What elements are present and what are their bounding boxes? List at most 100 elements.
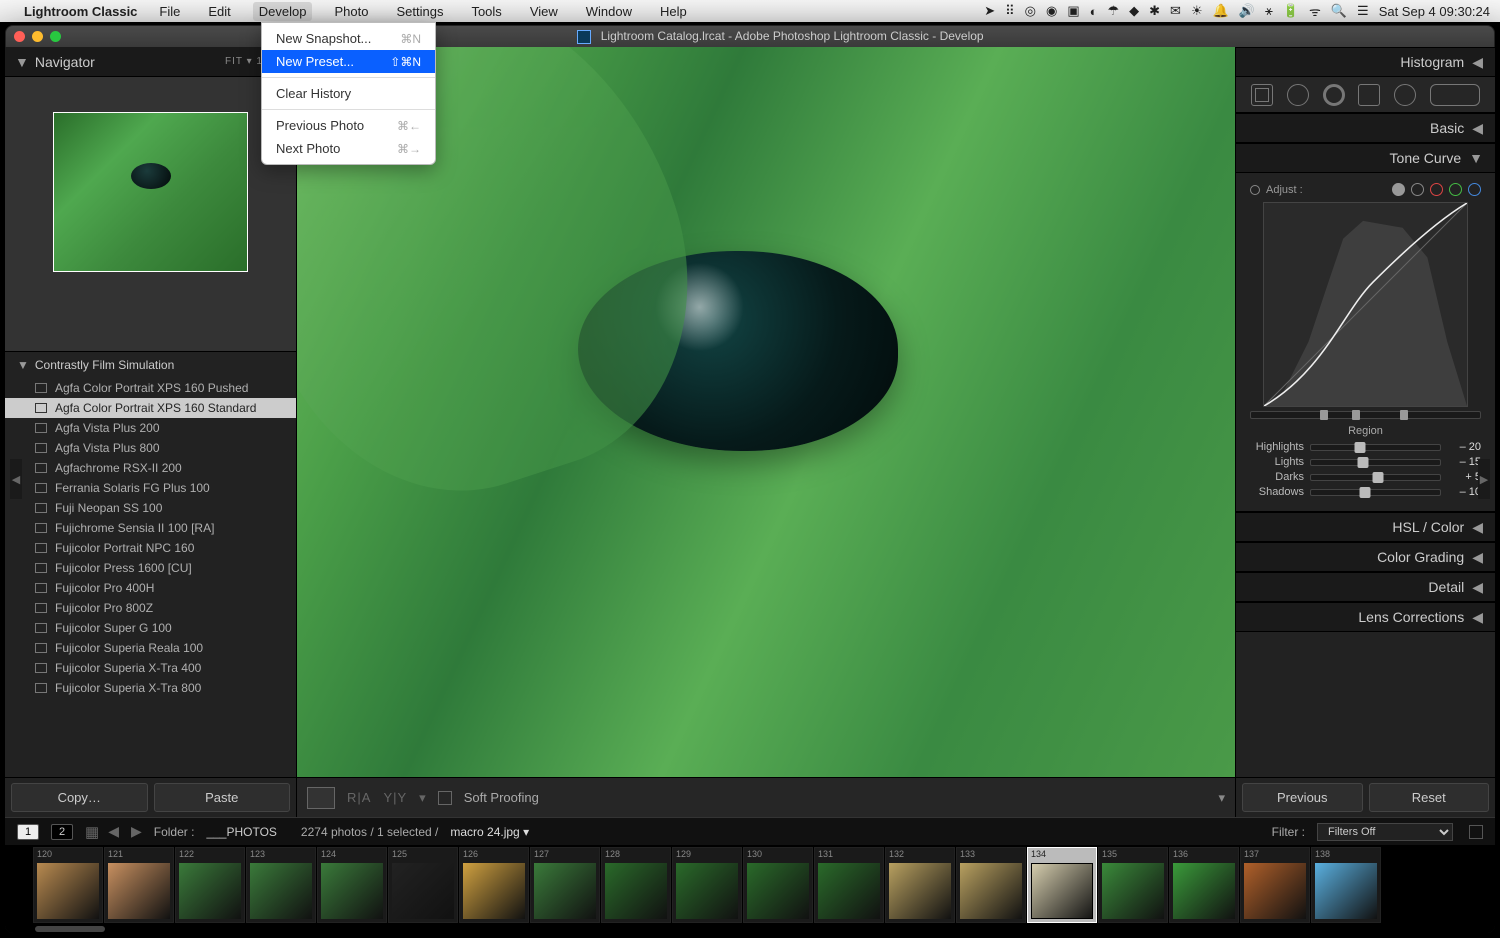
reset-button[interactable]: Reset <box>1369 783 1490 812</box>
preset-item[interactable]: Agfa Color Portrait XPS 160 Standard <box>5 398 296 418</box>
curve-channel-red-icon[interactable] <box>1430 183 1443 196</box>
filmstrip-thumb[interactable]: 131 <box>814 847 884 923</box>
filmstrip-thumb[interactable]: 120 <box>33 847 103 923</box>
menubar-status-icon[interactable]: 🔍 <box>1331 3 1347 19</box>
menubar-status-icon[interactable]: 🔋 <box>1283 3 1299 19</box>
menu-item-next-photo[interactable]: Next Photo⌘→ <box>262 137 435 160</box>
curve-channel-green-icon[interactable] <box>1449 183 1462 196</box>
basic-header[interactable]: Basic◀ <box>1236 113 1495 143</box>
target-adjust-icon[interactable] <box>1250 185 1260 195</box>
tone-curve-header[interactable]: Tone Curve▼ <box>1236 143 1495 173</box>
menubar-status-icon[interactable]: ◉ <box>1046 3 1057 19</box>
menubar-status-icon[interactable]: ☂ <box>1107 3 1119 19</box>
preset-item[interactable]: Fujicolor Pro 800Z <box>5 598 296 618</box>
before-after-split-icon[interactable]: Y|Y <box>383 790 407 805</box>
navigator-header[interactable]: ▼ Navigator FIT ▾ 100% <box>5 47 296 77</box>
preset-item[interactable]: Fujicolor Superia Reala 100 <box>5 638 296 658</box>
nav-back-icon[interactable]: ◀ <box>108 823 119 840</box>
left-panel-collapse-icon[interactable]: ◀ <box>10 459 22 499</box>
tone-curve-graph[interactable] <box>1263 202 1468 407</box>
preset-item[interactable]: Agfa Vista Plus 200 <box>5 418 296 438</box>
filter-select[interactable]: Filters Off <box>1317 823 1453 841</box>
filmstrip-thumb[interactable]: 122 <box>175 847 245 923</box>
curve-channel-luma-icon[interactable] <box>1411 183 1424 196</box>
filmstrip-thumb[interactable]: 134 <box>1027 847 1097 923</box>
menu-item-clear-history[interactable]: Clear History <box>262 82 435 105</box>
filmstrip-thumb[interactable]: 130 <box>743 847 813 923</box>
copy-button[interactable]: Copy… <box>11 783 148 812</box>
filmstrip-thumb[interactable]: 123 <box>246 847 316 923</box>
menu-develop[interactable]: Develop <box>253 2 313 21</box>
right-panel-collapse-icon[interactable]: ▶ <box>1478 459 1490 499</box>
secondary-display-1[interactable]: 1 <box>17 824 39 840</box>
filmstrip-thumb[interactable]: 129 <box>672 847 742 923</box>
menubar-status-icon[interactable]: ✱ <box>1149 3 1160 19</box>
graduated-filter-icon[interactable] <box>1358 84 1380 106</box>
filmstrip-thumb[interactable]: 133 <box>956 847 1026 923</box>
window-zoom-icon[interactable] <box>50 31 61 42</box>
filmstrip-thumb[interactable]: 138 <box>1311 847 1381 923</box>
window-minimize-icon[interactable] <box>32 31 43 42</box>
filmstrip-thumb[interactable]: 132 <box>885 847 955 923</box>
navigator-thumbnail[interactable] <box>53 112 248 272</box>
disclosure-triangle-icon[interactable]: ▼ <box>15 54 29 70</box>
filmstrip-thumb[interactable]: 127 <box>530 847 600 923</box>
menu-photo[interactable]: Photo <box>328 2 374 21</box>
secondary-display-2[interactable]: 2 <box>51 824 73 840</box>
filmstrip-thumb[interactable]: 126 <box>459 847 529 923</box>
preset-item[interactable]: Fuji Neopan SS 100 <box>5 498 296 518</box>
menubar-status-icon[interactable]: 🔔 <box>1213 3 1229 19</box>
nav-forward-icon[interactable]: ▶ <box>131 823 142 840</box>
curve-channel-blue-icon[interactable] <box>1468 183 1481 196</box>
preset-item[interactable]: Fujicolor Superia X-Tra 400 <box>5 658 296 678</box>
preset-item[interactable]: Fujicolor Superia X-Tra 800 <box>5 678 296 698</box>
filmstrip-thumb[interactable]: 121 <box>104 847 174 923</box>
tone-slider-highlights[interactable]: Highlights– 20 <box>1250 441 1481 453</box>
menu-item-new-snapshot-[interactable]: New Snapshot...⌘N <box>262 27 435 50</box>
color-grading-header[interactable]: Color Grading◀ <box>1236 542 1495 572</box>
curve-channel-all-icon[interactable] <box>1392 183 1405 196</box>
crop-tool-icon[interactable] <box>1251 84 1273 106</box>
filmstrip-scrollbar[interactable] <box>5 925 1495 933</box>
menu-tools[interactable]: Tools <box>465 2 507 21</box>
current-filename[interactable]: macro 24.jpg ▾ <box>450 825 529 839</box>
loupe-view[interactable] <box>297 47 1235 777</box>
filter-lock-icon[interactable] <box>1469 825 1483 839</box>
lens-corrections-header[interactable]: Lens Corrections◀ <box>1236 602 1495 632</box>
menu-item-previous-photo[interactable]: Previous Photo⌘← <box>262 114 435 137</box>
app-name[interactable]: Lightroom Classic <box>24 4 137 19</box>
preset-item[interactable]: Fujichrome Sensia II 100 [RA] <box>5 518 296 538</box>
develop-menu-dropdown[interactable]: New Snapshot...⌘NNew Preset...⇧⌘NClear H… <box>261 22 436 165</box>
filmstrip-thumb[interactable]: 136 <box>1169 847 1239 923</box>
preset-item[interactable]: Agfachrome RSX-II 200 <box>5 458 296 478</box>
filmstrip-thumb[interactable]: 124 <box>317 847 387 923</box>
hsl-header[interactable]: HSL / Color◀ <box>1236 512 1495 542</box>
toolbar-dropdown-icon[interactable]: ▾ <box>419 790 426 806</box>
menubar-status-icon[interactable]: ◆ <box>1129 3 1139 19</box>
paste-button[interactable]: Paste <box>154 783 291 812</box>
menubar-status-icon[interactable]: ☰ <box>1357 3 1369 19</box>
menu-view[interactable]: View <box>524 2 564 21</box>
menubar-status-icon[interactable]: ◎ <box>1025 3 1036 19</box>
preset-item[interactable]: Fujicolor Press 1600 [CU] <box>5 558 296 578</box>
menubar-status-icon[interactable]: ✉ <box>1170 3 1181 19</box>
menubar-status-icon[interactable]: ⚹ <box>1265 3 1273 19</box>
filmstrip[interactable]: 1201211221231241251261271281291301311321… <box>5 845 1495 925</box>
detail-header[interactable]: Detail◀ <box>1236 572 1495 602</box>
spot-removal-icon[interactable] <box>1287 84 1309 106</box>
before-after-icon[interactable]: R|A <box>347 790 371 805</box>
menubar-status-icon[interactable]: ᯤ <box>1309 2 1321 20</box>
menubar-status-icon[interactable]: ➤ <box>984 3 995 19</box>
menubar-status-icon[interactable]: ⠿ <box>1005 3 1015 19</box>
tone-slider-shadows[interactable]: Shadows– 10 <box>1250 486 1481 498</box>
menu-file[interactable]: File <box>153 2 186 21</box>
menu-window[interactable]: Window <box>580 2 638 21</box>
navigator-preview[interactable] <box>5 77 296 352</box>
folder-name[interactable]: ___PHOTOS <box>206 825 276 839</box>
grid-view-icon[interactable]: ▦ <box>85 823 96 841</box>
menubar-status-icon[interactable]: 🔊 <box>1239 3 1255 19</box>
preset-item[interactable]: Agfa Vista Plus 800 <box>5 438 296 458</box>
preset-group-header[interactable]: ▼ Contrastly Film Simulation <box>5 352 296 378</box>
preset-item[interactable]: Fujicolor Pro 400H <box>5 578 296 598</box>
preset-item[interactable]: Fujicolor Super G 100 <box>5 618 296 638</box>
